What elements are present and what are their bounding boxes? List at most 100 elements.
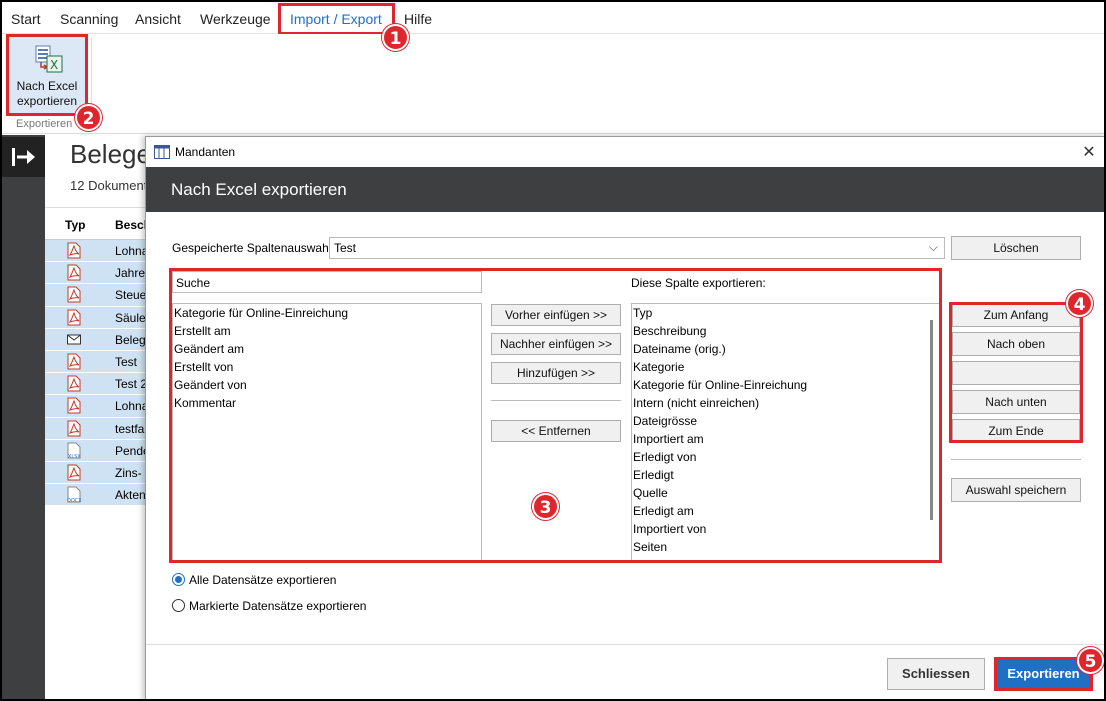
menu-ansicht[interactable]: Ansicht [135,11,181,27]
export-dialog: Mandanten ✕ Nach Excel exportieren Gespe… [145,136,1106,701]
export-columns-list[interactable]: Typ Beschreibung Dateiname (orig.) Kategori… [631,303,940,561]
ribbon: X Nach Excel exportieren Exportieren [2,34,1104,134]
available-column-item[interactable]: Kommentar [174,396,236,410]
table-row[interactable]: Test [45,350,155,374]
saved-selection-dropdown[interactable]: Test ⌵ [329,237,945,259]
delete-button[interactable]: Löschen [951,236,1081,260]
table-row[interactable]: Steuerrechnung [45,284,155,307]
annotation-badge-1: 1 [382,24,409,51]
export-column-item[interactable]: Erledigt von [633,450,696,464]
document-table: Typ Beschreibung LohnausweisJahresabschl… [45,207,155,507]
excel-export-icon: X [35,45,63,73]
middle-divider [491,400,621,401]
left-sidebar [2,135,45,699]
export-column-item[interactable]: Erledigt [633,468,674,482]
radio-all-records-label[interactable]: Alle Datensätze exportieren [189,573,336,587]
radio-marked-records[interactable] [172,599,185,612]
column-type[interactable]: Typ [65,218,85,232]
export-column-item[interactable]: Importiert am [633,432,704,446]
close-button[interactable]: Schliessen [887,658,985,690]
table-row[interactable]: testfall [45,417,155,440]
document-count: 12 Dokumente [70,178,155,193]
close-icon[interactable]: ✕ [1081,142,1097,162]
export-column-item[interactable]: Importiert von [633,522,706,536]
export-column-item[interactable]: Erledigt am [633,504,694,518]
move-down-button[interactable]: Nach unten [952,390,1080,414]
export-column-item[interactable]: Kategorie für Online-Einreichung [633,378,807,392]
table-row[interactable]: XLSXPendenzen [45,439,155,462]
move-to-start-label: Zum Anfang [983,308,1049,322]
move-up-label: Nach oben [986,337,1046,351]
available-columns-list[interactable]: Kategorie für Online-Einreichung Erstellt… [172,303,482,561]
menu-hilfe[interactable]: Hilfe [404,11,432,27]
move-to-start-button[interactable]: Zum Anfang [952,303,1080,327]
export-column-item[interactable]: Intern (nicht einreichen) [633,396,759,410]
save-selection-button[interactable]: Auswahl speichern [951,478,1081,502]
table-body: LohnausweisJahresabschlussSteuerrechnung… [45,240,155,507]
export-to-excel-label: Nach Excel exportieren [9,79,85,109]
pdf-icon [67,353,81,370]
search-input[interactable]: Suche [172,271,482,293]
app-window-icon [154,145,170,159]
pdf-icon [67,286,81,303]
move-to-end-button[interactable]: Zum Ende [952,419,1080,443]
insert-before-button[interactable]: Vorher einfügen >> [491,304,621,326]
pdf-icon [67,264,81,281]
table-row[interactable]: Zins- [45,461,155,485]
empty-order-button[interactable] [952,361,1080,385]
sidebar-toggle-button[interactable] [2,137,45,177]
menu-scanning[interactable]: Scanning [60,11,118,27]
pdf-icon [67,242,81,259]
svg-text:XLSX: XLSX [68,454,81,459]
dialog-window-title: Mandanten [175,145,236,159]
dialog-titlebar: Mandanten ✕ [146,137,1105,167]
available-column-item[interactable]: Erstellt am [174,324,231,338]
export-column-item[interactable]: Kategorie [633,360,684,374]
document-list-panel: Belege 12 Dokumente Typ Beschreibung Loh… [45,135,155,699]
radio-marked-records-label[interactable]: Markierte Datensätze exportieren [189,599,366,613]
export-column-item[interactable]: Dateiname (orig.) [633,342,726,356]
table-row[interactable]: Test 2 [45,373,155,396]
export-column-item[interactable]: Beschreibung [633,324,706,338]
saved-selection-value: Test [334,241,357,255]
export-list-scrollbar[interactable] [930,320,933,520]
ribbon-group-label: Exportieren [16,118,73,130]
svg-text:X: X [50,58,58,72]
radio-all-records[interactable] [172,573,185,586]
export-column-item[interactable]: Seiten [633,540,667,554]
docx-icon: DOCX [67,486,82,504]
available-column-item[interactable]: Kategorie für Online-Einreichung [174,306,348,320]
export-column-item[interactable]: Typ [633,306,652,320]
move-up-button[interactable]: Nach oben [952,332,1080,356]
pdf-icon [67,309,81,326]
export-to-excel-button[interactable]: X Nach Excel exportieren [6,34,88,116]
available-column-item[interactable]: Geändert von [174,378,247,392]
saved-selection-label: Gespeicherte Spaltenauswahl [172,241,332,255]
available-column-item[interactable]: Geändert am [174,342,244,356]
pdf-icon [67,420,81,437]
export-label-line1: Nach Excel [16,79,78,93]
table-header: Typ Beschreibung [45,208,155,240]
svg-text:DOCX: DOCX [67,498,81,503]
table-row[interactable]: DOCXAktennotiz [45,484,155,507]
remove-button[interactable]: << Entfernen [491,420,621,442]
insert-before-label: Vorher einfügen >> [504,308,608,322]
annotation-badge-5: 5 [1077,647,1104,674]
table-row[interactable]: Lohnausweis [45,395,155,418]
export-column-item[interactable]: Quelle [633,486,668,500]
menu-werkzeuge[interactable]: Werkzeuge [200,11,271,27]
page-title: Belege [70,139,151,169]
table-row[interactable]: Jahresabschluss [45,262,155,285]
insert-after-button[interactable]: Nachher einfügen >> [491,333,621,355]
export-columns-header: Diese Spalte exportieren: [631,276,766,290]
export-column-item[interactable]: Dateigrösse [633,414,697,428]
add-button[interactable]: Hinzufügen >> [491,362,621,384]
table-row[interactable]: Lohnausweis [45,240,155,263]
pdf-icon [67,397,81,414]
pdf-icon [67,464,81,481]
add-label: Hinzufügen >> [516,366,596,380]
available-column-item[interactable]: Erstellt von [174,360,233,374]
table-row[interactable]: Beleg [45,328,155,351]
table-row[interactable]: Säule 3a [45,306,155,329]
menu-start[interactable]: Start [11,11,41,27]
